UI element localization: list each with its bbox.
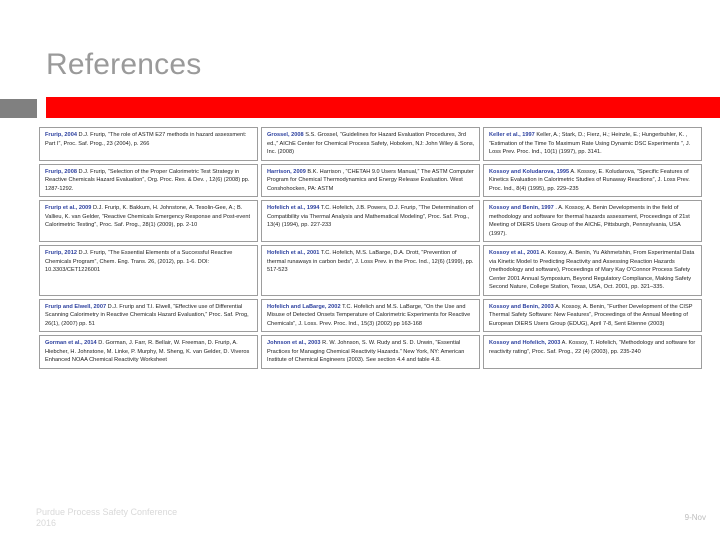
- page-title: References: [46, 48, 202, 81]
- reference-key: Frurip et al., 2009: [45, 205, 92, 211]
- reference-key: Kossoy and Benin, 2003: [489, 303, 554, 310]
- reference-cell: Grossel, 2008 S.S. Grossel, “Guidelines …: [261, 127, 480, 161]
- footer-year: 2016: [36, 518, 57, 528]
- reference-cell: Harrison, 2009 B.K. Harrison , “CHETAH 9…: [261, 163, 480, 197]
- footer-conference-label: Purdue Process Safety Conference: [36, 507, 178, 517]
- reference-cell: Kossoy and Benin, 1997 . A. Kossoy, A. B…: [483, 200, 702, 242]
- decorative-red-bar: [46, 97, 720, 118]
- references-table: Frurip, 2004 D.J. Frurip, “The role of A…: [36, 124, 705, 372]
- references-table-body: Frurip, 2004 D.J. Frurip, “The role of A…: [39, 127, 702, 369]
- reference-key: Johnson et al., 2003: [267, 340, 321, 346]
- reference-key: Gorman et al., 2014: [45, 340, 97, 346]
- reference-key: Hofelich and LaBarge, 2002: [267, 303, 341, 310]
- reference-cell: Hofelich et al., 2001 T.C. Hofelich, M.S…: [261, 245, 480, 296]
- reference-cell: Johnson et al., 2003 R. W. Johnson, S. W…: [261, 335, 480, 369]
- reference-key: Hofelich et al., 1994: [267, 205, 320, 211]
- reference-cell: Frurip et al., 2009 D.J. Frurip, K. Bakk…: [39, 200, 258, 242]
- table-row: Frurip, 2008 D.J. Frurip, “Selection of …: [39, 163, 702, 197]
- reference-key: Kossoy and Koludarova, 1995: [489, 168, 570, 175]
- reference-key: Kossoy and Benin, 1997: [489, 205, 554, 211]
- reference-cell: Gorman et al., 2014 D. Gorman, J. Farr, …: [39, 335, 258, 369]
- reference-body: A. Kossoy, A. Benin, Yu Akhmetshin, From…: [489, 250, 695, 290]
- reference-key: Keller et al., 1997: [489, 132, 535, 138]
- reference-cell: Frurip and Elwell, 2007 D.J. Frurip and …: [39, 298, 258, 332]
- table-row: Frurip and Elwell, 2007 D.J. Frurip and …: [39, 298, 702, 332]
- reference-key: Hofelich et al., 2001: [267, 250, 320, 256]
- footer-page-number: 9-Nov: [684, 513, 706, 522]
- reference-key: Kossoy and Hofelich, 2003: [489, 340, 561, 346]
- reference-cell: Kossoy and Koludarova, 1995 A. Kossoy, E…: [483, 163, 702, 197]
- reference-cell: Frurip, 2004 D.J. Frurip, “The role of A…: [39, 127, 258, 161]
- reference-cell: Hofelich et al., 1994 T.C. Hofelich, J.B…: [261, 200, 480, 242]
- reference-key: Frurip and Elwell, 2007: [45, 303, 107, 310]
- reference-cell: Hofelich and LaBarge, 2002 T.C. Hofelich…: [261, 298, 480, 332]
- footer-conference: Purdue Process Safety Conference 2016: [36, 507, 177, 528]
- reference-key: Harrison, 2009: [267, 168, 306, 175]
- reference-cell: Kossoy and Hofelich, 2003 A. Kossoy, T. …: [483, 335, 702, 369]
- table-row: Frurip et al., 2009 D.J. Frurip, K. Bakk…: [39, 200, 702, 242]
- table-row: Frurip, 2012 D.J. Frurip, “The Essential…: [39, 245, 702, 296]
- reference-cell: Kossoy et al., 2001 A. Kossoy, A. Benin,…: [483, 245, 702, 296]
- reference-key: Frurip, 2008: [45, 168, 77, 175]
- table-row: Frurip, 2004 D.J. Frurip, “The role of A…: [39, 127, 702, 161]
- decorative-gray-bar: [0, 99, 37, 118]
- reference-key: Frurip, 2012: [45, 250, 77, 256]
- reference-key: Grossel, 2008: [267, 132, 304, 138]
- reference-cell: Keller et al., 1997 Keller, A.; Stark, D…: [483, 127, 702, 161]
- reference-key: Frurip, 2004: [45, 132, 77, 138]
- table-row: Gorman et al., 2014 D. Gorman, J. Farr, …: [39, 335, 702, 369]
- slide-canvas: References Frurip, 2004 D.J. Frurip, “Th…: [0, 0, 720, 540]
- reference-key: Kossoy et al., 2001: [489, 250, 540, 256]
- reference-cell: Kossoy and Benin, 2003 A. Kossoy, A. Ben…: [483, 298, 702, 332]
- reference-cell: Frurip, 2008 D.J. Frurip, “Selection of …: [39, 163, 258, 197]
- reference-cell: Frurip, 2012 D.J. Frurip, “The Essential…: [39, 245, 258, 296]
